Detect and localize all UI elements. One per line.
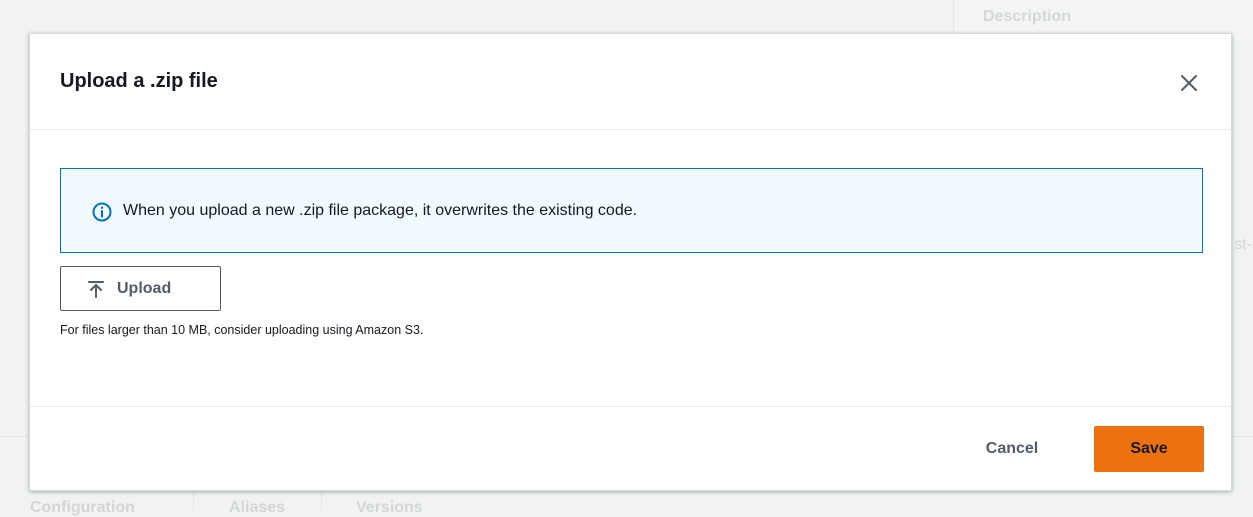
modal-header: Upload a .zip file xyxy=(30,34,1231,130)
info-alert: When you upload a new .zip file package,… xyxy=(60,168,1203,253)
close-icon xyxy=(1181,75,1197,91)
modal-footer: Cancel Save xyxy=(30,406,1231,492)
upload-button[interactable]: Upload xyxy=(60,266,221,311)
upload-button-label: Upload xyxy=(117,279,172,297)
alert-text: When you upload a new .zip file package,… xyxy=(123,202,638,219)
save-button[interactable]: Save xyxy=(1094,426,1204,472)
info-icon xyxy=(92,202,112,222)
background-side-text: st- xyxy=(1234,236,1252,253)
upload-zip-modal: Upload a .zip file When you upload a new… xyxy=(29,33,1232,491)
close-button[interactable] xyxy=(1177,71,1201,95)
upload-icon xyxy=(88,280,104,298)
modal-title: Upload a .zip file xyxy=(60,70,218,92)
background-description-label: Description xyxy=(983,8,1072,25)
tab-aliases[interactable]: Aliases xyxy=(229,499,285,517)
tab-configuration[interactable]: Configuration xyxy=(30,499,135,517)
tab-versions[interactable]: Versions xyxy=(356,499,423,517)
cancel-button[interactable]: Cancel xyxy=(966,426,1058,472)
upload-hint-text: For files larger than 10 MB, consider up… xyxy=(60,323,424,337)
